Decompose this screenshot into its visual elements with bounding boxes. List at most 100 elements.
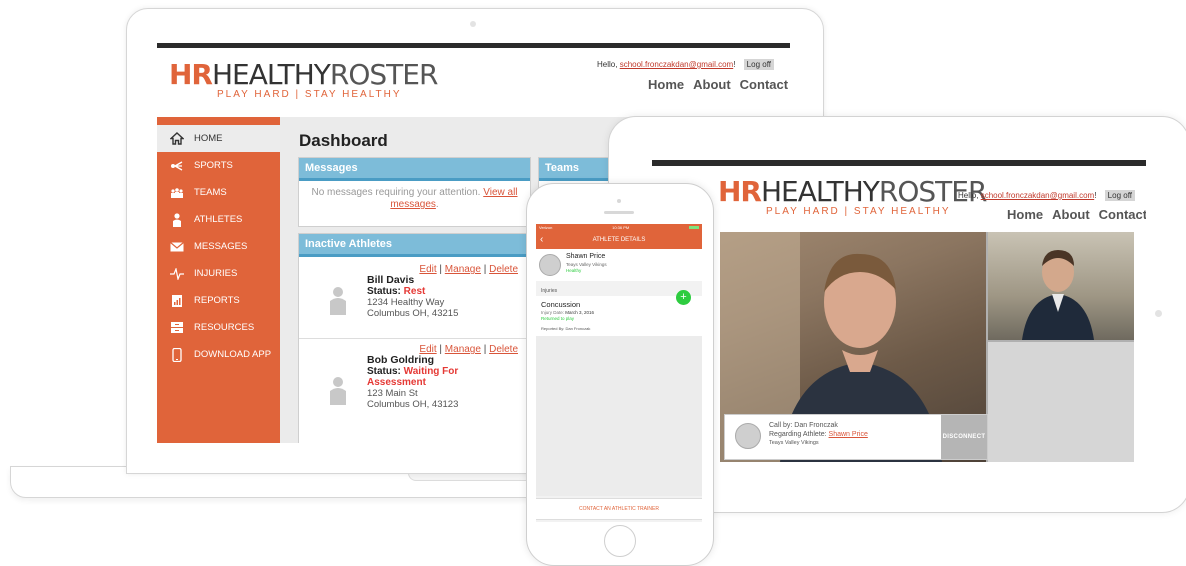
phone-screen: Verizon 10:36 PM ‹ ATHLETE DETAILS Shawn… <box>536 224 702 522</box>
separator: | <box>480 264 490 275</box>
reported-by: Reported By: Dan Fronczak <box>541 326 591 331</box>
envelope-icon <box>169 239 185 255</box>
phone-camera <box>617 199 621 203</box>
sidebar-item-label: TEAMS <box>194 187 227 198</box>
sidebar-item-athletes[interactable]: ATHLETES <box>157 206 280 233</box>
injury-item[interactable]: Concussion Injury Date: March 3, 2016 Re… <box>536 290 702 336</box>
sidebar-item-label: MESSAGES <box>194 241 248 252</box>
logo-roster: ROSTER <box>329 58 439 91</box>
sidebar-item-home[interactable]: HOME <box>157 125 280 152</box>
injury-date-value: March 3, 2016 <box>565 310 595 315</box>
top-nav: Home About Contact <box>998 207 1146 222</box>
laptop-camera <box>470 21 476 27</box>
messages-empty-text: No messages requiring your attention. Vi… <box>299 181 530 217</box>
athlete-health-status: Healthy <box>566 268 582 273</box>
athlete-avatar <box>327 376 349 411</box>
messages-suffix: . <box>435 199 439 210</box>
messages-empty-label: No messages requiring your attention. <box>311 187 481 198</box>
sports-icon <box>169 158 185 174</box>
phone-home-button[interactable] <box>604 525 636 557</box>
athlete-city: Columbus OH, 43215 <box>367 308 459 319</box>
logo-hr: HR <box>169 58 213 91</box>
sidebar-item-reports[interactable]: REPORTS <box>157 287 280 314</box>
nav-about[interactable]: About <box>693 77 731 92</box>
delete-link[interactable]: Delete <box>489 264 518 275</box>
logoff-button[interactable]: Log off <box>1104 190 1135 201</box>
separator: | <box>480 344 490 355</box>
sidebar: HOME SPORTS TEAMS ATHLETES MESSAGES INJU… <box>157 117 280 443</box>
sidebar-item-label: ATHLETES <box>194 214 243 225</box>
battery-icon <box>689 226 699 229</box>
athlete-name: Shawn Price <box>566 253 606 260</box>
pulse-icon <box>169 266 185 282</box>
sidebar-item-label: INJURIES <box>194 268 238 279</box>
status-label: Status: <box>367 286 404 297</box>
logo-healthy: HEALTHY <box>212 58 331 91</box>
user-greeting: Hello, school.fronczakdan@gmail.com! Log… <box>958 190 1135 201</box>
list-item: Edit | Manage | Delete Bill Davis Status… <box>299 264 530 339</box>
injury-date: Injury Date: March 3, 2016 <box>541 310 594 315</box>
phone-nav-bar: ‹ ATHLETE DETAILS <box>536 231 702 249</box>
status-value: Rest <box>403 286 426 297</box>
injury-state: Returned to play <box>541 316 575 321</box>
section-label: Injuries <box>541 288 558 294</box>
nav-about[interactable]: About <box>1052 207 1090 222</box>
regarding-label: Regarding Athlete: <box>769 431 829 438</box>
user-email-link[interactable]: school.fronczakdan@gmail.com <box>981 191 1095 200</box>
athlete-header: Shawn Price Teays Valley Vikings Healthy <box>536 249 702 281</box>
sidebar-item-messages[interactable]: MESSAGES <box>157 233 280 260</box>
nav-home[interactable]: Home <box>648 77 684 92</box>
status-time: 10:36 PM <box>612 225 630 230</box>
sidebar-item-download-app[interactable]: DOWNLOAD APP <box>157 341 280 368</box>
inactive-athletes-title: Inactive Athletes <box>299 234 530 257</box>
home-icon <box>169 131 185 147</box>
team-name: Teays Valley Vikings <box>769 440 819 446</box>
athlete-link[interactable]: Shawn Price <box>829 431 868 438</box>
user-email-link[interactable]: school.fronczakdan@gmail.com <box>620 60 734 69</box>
athlete-info: Bob Goldring Status: Waiting For Assessm… <box>367 354 462 410</box>
nav-home[interactable]: Home <box>1007 207 1043 222</box>
carrier: Verizon <box>539 225 553 230</box>
delete-link[interactable]: Delete <box>489 344 518 355</box>
teams-icon <box>169 185 185 201</box>
status-label: Status: <box>367 366 404 377</box>
app-logo[interactable]: HRHEALTHYROSTER PLAY HARD | STAY HEALTHY <box>718 175 987 218</box>
nav-contact[interactable]: Contact <box>740 77 788 92</box>
injury-name: Concussion <box>541 300 581 309</box>
nav-contact[interactable]: Contact <box>1099 207 1146 222</box>
video-placeholder <box>988 342 1134 462</box>
athlete-name[interactable]: Bill Davis <box>367 274 458 286</box>
athlete-name[interactable]: Bob Goldring <box>367 354 462 366</box>
athlete-team: Teays Valley Vikings <box>566 262 607 267</box>
back-chevron-icon[interactable]: ‹ <box>540 234 543 245</box>
tablet-camera <box>1155 310 1162 317</box>
add-injury-button[interactable]: + <box>676 290 691 305</box>
app-logo[interactable]: HRHEALTHYROSTER PLAY HARD | STAY HEALTHY <box>169 58 439 101</box>
regarding-athlete: Regarding Athlete: Shawn Price <box>769 430 868 439</box>
greeting-suffix: ! <box>1094 191 1097 200</box>
report-icon <box>169 293 185 309</box>
sidebar-item-injuries[interactable]: INJURIES <box>157 260 280 287</box>
contact-trainer-button[interactable]: CONTACT AN ATHLETIC TRAINER <box>536 498 702 520</box>
logo-hr: HR <box>718 175 762 208</box>
logoff-button[interactable]: Log off <box>743 59 774 70</box>
sidebar-item-resources[interactable]: RESOURCES <box>157 314 280 341</box>
greeting-prefix: Hello, <box>597 60 620 69</box>
screen-title: ATHLETE DETAILS <box>592 237 646 243</box>
sidebar-item-label: RESOURCES <box>194 322 255 333</box>
status-bar: Verizon 10:36 PM <box>536 224 702 231</box>
top-nav: Home About Contact <box>639 77 788 92</box>
messages-panel: Messages No messages requiring your atte… <box>298 157 531 227</box>
phone-icon <box>169 347 185 363</box>
athlete-status: Status: Rest <box>367 286 458 297</box>
call-info: Call by: Dan Fronczak Regarding Athlete:… <box>769 421 868 448</box>
self-video-feed[interactable] <box>988 232 1134 340</box>
sidebar-item-sports[interactable]: SPORTS <box>157 152 280 179</box>
inactive-athletes-panel: Inactive Athletes Edit | Manage | Delete… <box>298 233 531 443</box>
tablet-screen: HRHEALTHYROSTER PLAY HARD | STAY HEALTHY… <box>652 160 1146 468</box>
disconnect-button[interactable]: DISCONNECT <box>941 415 987 459</box>
phone-speaker <box>604 211 634 214</box>
sidebar-item-label: DOWNLOAD APP <box>194 349 272 360</box>
sidebar-item-teams[interactable]: TEAMS <box>157 179 280 206</box>
greeting-suffix: ! <box>733 60 736 69</box>
